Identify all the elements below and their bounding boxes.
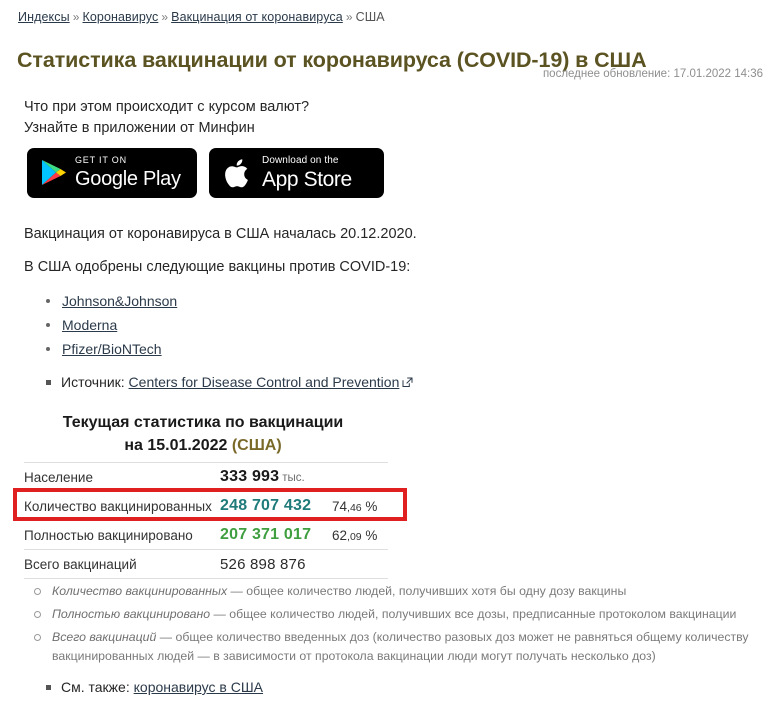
table-row: Количество вакцинированных 248 707 432 7… bbox=[24, 491, 388, 521]
see-also-line: См. также: коронавирус в США bbox=[46, 679, 263, 695]
vaccine-link-johnson[interactable]: Johnson&Johnson bbox=[62, 293, 177, 309]
google-play-icon bbox=[41, 159, 67, 187]
breadcrumb-separator: » bbox=[161, 10, 169, 24]
stat-value-vaccinated: 248 707 432 bbox=[220, 491, 332, 521]
note-text: — общее количество введенных доз (количе… bbox=[52, 630, 749, 663]
stat-number: 333 993 bbox=[220, 468, 280, 485]
stat-number: 526 898 876 bbox=[220, 555, 306, 573]
stat-percent-fully-vaccinated: 62,09 % bbox=[332, 520, 388, 550]
table-row: Население 333 993 тыс. bbox=[24, 462, 388, 492]
stat-unit: тыс. bbox=[282, 472, 305, 484]
approved-vaccines-text: В США одобрены следующие вакцины против … bbox=[24, 259, 411, 275]
stat-percent-population bbox=[332, 462, 388, 492]
circle-bullet-icon bbox=[34, 611, 41, 618]
stat-value-population: 333 993 тыс. bbox=[220, 462, 332, 492]
source-line: Источник: Centers for Disease Control an… bbox=[46, 374, 413, 390]
bullet-icon bbox=[46, 347, 50, 351]
stat-label-total-doses: Всего вакцинаций bbox=[24, 549, 220, 579]
breadcrumb-item-coronavirus[interactable]: Коронавирус bbox=[82, 10, 158, 24]
breadcrumb-item-vaccination[interactable]: Вакцинация от коронавируса bbox=[171, 10, 343, 24]
vaccine-list: Johnson&Johnson Moderna Pfizer/BioNTech bbox=[40, 291, 177, 363]
google-play-small-label: GET IT ON bbox=[75, 155, 127, 165]
promo-subtitle-text: Узнайте в приложении от Минфин bbox=[24, 120, 255, 136]
stats-title-date: на 15.01.2022 bbox=[124, 437, 232, 454]
circle-bullet-icon bbox=[34, 588, 41, 595]
external-link-icon bbox=[402, 375, 413, 387]
table-row: Полностью вакцинировано 207 371 017 62,0… bbox=[24, 520, 388, 550]
stat-number: 207 371 017 bbox=[220, 526, 312, 543]
breadcrumb: Индексы» Коронавирус» Вакцинация от корона… bbox=[18, 10, 385, 24]
note-text: — общее количество людей, получивших все… bbox=[210, 607, 737, 621]
circle-bullet-icon bbox=[34, 634, 41, 641]
stats-title-line1: Текущая статистика по вакцинации bbox=[62, 414, 344, 431]
app-store-badge[interactable]: Download on the App Store bbox=[209, 148, 384, 198]
list-item: Количество вакцинированных — общее колич… bbox=[30, 582, 765, 601]
vaccine-link-moderna[interactable]: Moderna bbox=[62, 317, 117, 333]
app-store-small-label: Download on the bbox=[262, 155, 339, 166]
breadcrumb-separator: » bbox=[345, 10, 353, 24]
stat-percent-vaccinated: 74,46 % bbox=[332, 491, 388, 521]
stat-label-population: Население bbox=[24, 462, 220, 492]
promo-question-text: Что при этом происходит с курсом валют? bbox=[24, 99, 310, 115]
bullet-icon bbox=[46, 299, 50, 303]
stats-title: Текущая статистика по вакцинации на 15.0… bbox=[13, 411, 393, 457]
google-play-badge[interactable]: GET IT ON Google Play bbox=[27, 148, 197, 198]
stats-table: Население 333 993 тыс. Количество вакцини… bbox=[24, 462, 388, 579]
list-item: Полностью вакцинировано — общее количест… bbox=[30, 605, 765, 624]
breadcrumb-separator: » bbox=[72, 10, 80, 24]
see-also-link[interactable]: коронавирус в США bbox=[134, 679, 263, 695]
source-link-cdc[interactable]: Centers for Disease Control and Preventi… bbox=[129, 374, 400, 390]
square-bullet-icon bbox=[46, 379, 51, 385]
page-root: Индексы» Коронавирус» Вакцинация от корона… bbox=[0, 0, 777, 717]
stat-percent-total-doses bbox=[332, 549, 388, 579]
list-item: Johnson&Johnson bbox=[40, 291, 177, 315]
stat-label-vaccinated: Количество вакцинированных bbox=[24, 491, 220, 521]
stat-value-total-doses: 526 898 876 bbox=[220, 549, 332, 579]
note-text: — общее количество людей, получивших хот… bbox=[227, 584, 627, 598]
vaccination-start-text: Вакцинация от коронавируса в США началас… bbox=[24, 226, 417, 242]
list-item: Pfizer/BioNTech bbox=[40, 339, 177, 363]
stat-number: 248 707 432 bbox=[220, 497, 312, 514]
app-store-label: Download on the App Store bbox=[262, 155, 352, 192]
notes-list: Количество вакцинированных — общее колич… bbox=[30, 582, 765, 670]
source-label: Источник: bbox=[61, 374, 125, 390]
apple-logo-icon bbox=[224, 156, 254, 191]
bullet-icon bbox=[46, 323, 50, 327]
stat-value-fully-vaccinated: 207 371 017 bbox=[220, 520, 332, 550]
last-updated-text: последнее обновление: 17.01.2022 14:36 bbox=[542, 68, 763, 80]
breadcrumb-item-indices[interactable]: Индексы bbox=[18, 10, 70, 24]
see-also-label: См. также: bbox=[61, 679, 130, 695]
app-badges: GET IT ON Google Play Download on the Ap… bbox=[27, 148, 384, 198]
app-store-big-label: App Store bbox=[262, 168, 352, 191]
square-bullet-icon bbox=[46, 684, 51, 690]
vaccine-link-pfizer[interactable]: Pfizer/BioNTech bbox=[62, 341, 162, 357]
table-row: Всего вакцинаций 526 898 876 bbox=[24, 549, 388, 579]
list-item: Всего вакцинаций — общее количество введ… bbox=[30, 628, 765, 666]
stat-label-fully-vaccinated: Полностью вакцинировано bbox=[24, 520, 220, 550]
google-play-label: GET IT ON Google Play bbox=[75, 155, 181, 191]
google-play-big-label: Google Play bbox=[75, 168, 181, 190]
list-item: Moderna bbox=[40, 315, 177, 339]
note-term: Всего вакцинаций bbox=[52, 630, 157, 644]
note-term: Полностью вакцинировано bbox=[52, 607, 211, 621]
note-term: Количество вакцинированных bbox=[52, 584, 228, 598]
stats-title-line2: на 15.01.2022 (США) bbox=[13, 434, 393, 457]
breadcrumb-item-current: США bbox=[355, 10, 385, 24]
stats-title-country: (США) bbox=[231, 437, 282, 454]
